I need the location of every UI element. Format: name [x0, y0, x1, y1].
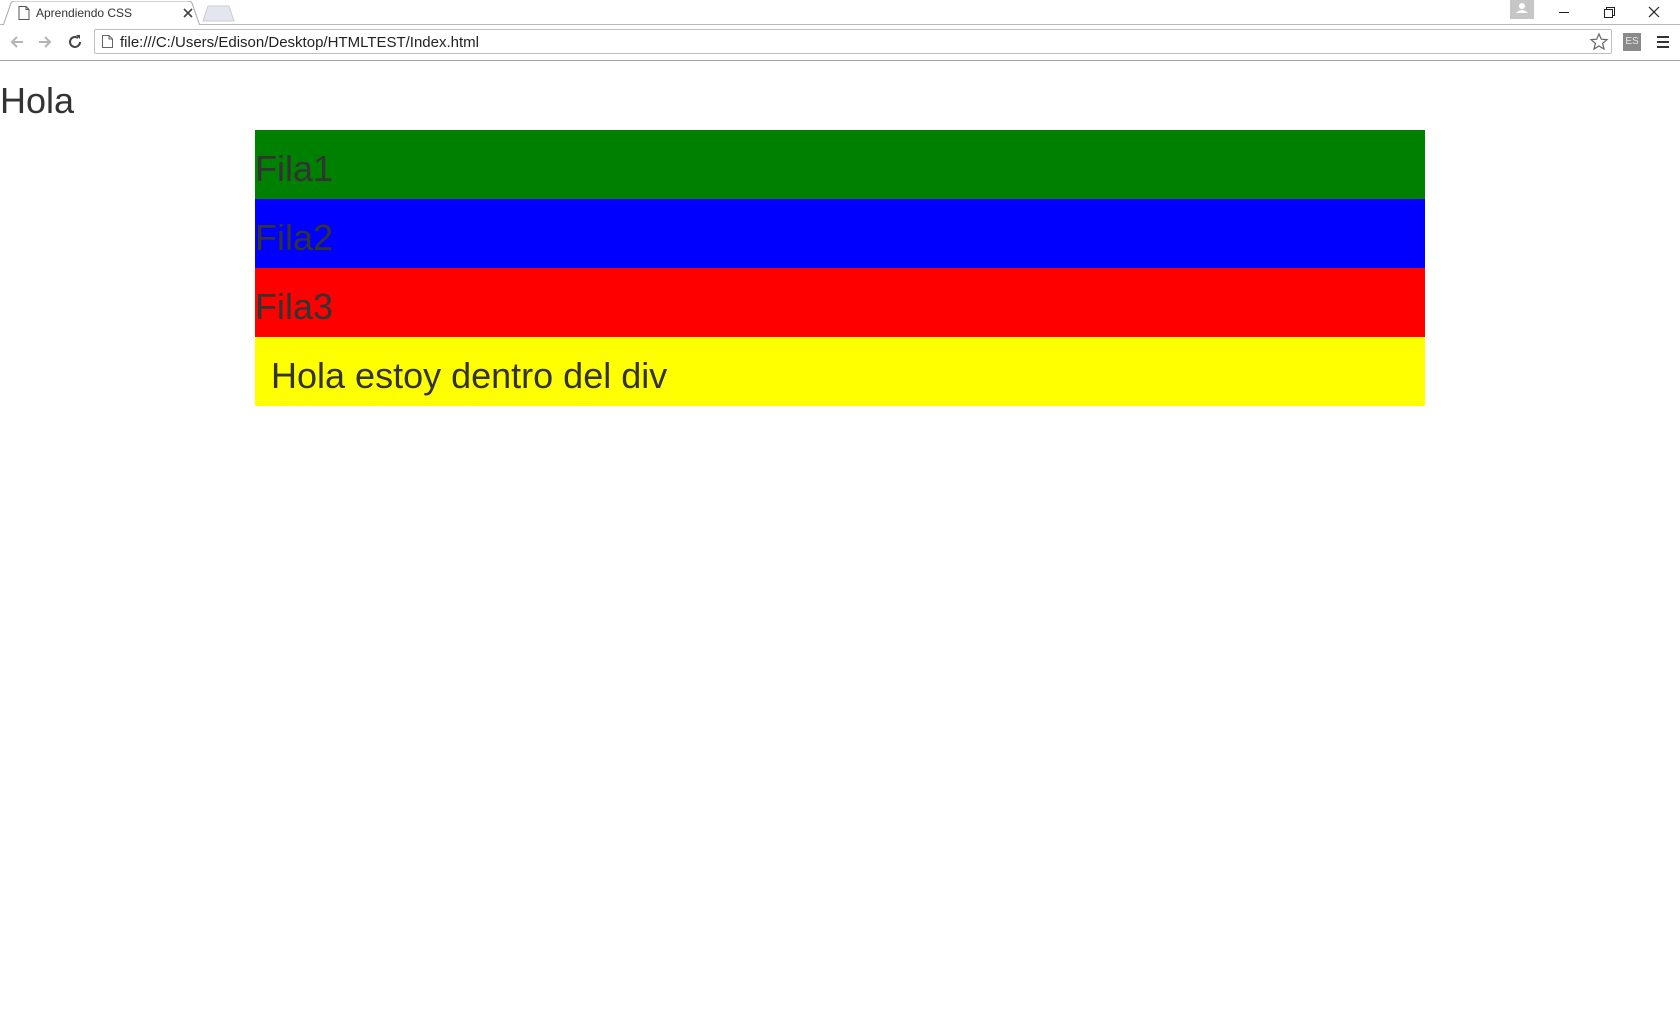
row-fila3: Fila3	[255, 268, 1425, 337]
menu-icon[interactable]	[1655, 34, 1671, 50]
page-icon	[18, 6, 30, 20]
close-window-button[interactable]	[1632, 0, 1676, 25]
title-bar: Aprendiendo CSS	[0, 0, 1680, 26]
reload-icon[interactable]	[65, 32, 85, 52]
minimize-button[interactable]	[1542, 0, 1586, 25]
row-inner-div: Hola estoy dentro del div	[255, 337, 1425, 406]
browser-tab[interactable]: Aprendiendo CSS	[3, 1, 200, 26]
back-arrow-icon[interactable]	[7, 32, 27, 52]
close-tab-icon[interactable]	[181, 6, 195, 20]
page-content: Hola Fila1 Fila2 Fila3 Hola estoy dentro…	[0, 62, 1680, 1010]
rows-container: Fila1 Fila2 Fila3 Hola estoy dentro del …	[255, 130, 1425, 406]
row-fila2: Fila2	[255, 199, 1425, 268]
row-fila1: Fila1	[255, 130, 1425, 199]
tab-title: Aprendiendo CSS	[36, 6, 133, 20]
bookmark-star-icon[interactable]	[1589, 32, 1609, 52]
page-heading: Hola	[0, 80, 75, 121]
restore-button[interactable]	[1587, 0, 1631, 25]
browser-toolbar: file:///C:/Users/Edison/Desktop/HTMLTEST…	[0, 25, 1680, 61]
person-icon	[1516, 3, 1528, 13]
forward-arrow-icon[interactable]	[35, 32, 55, 52]
page-icon	[102, 35, 113, 48]
address-url[interactable]: file:///C:/Users/Edison/Desktop/HTMLTEST…	[120, 34, 479, 51]
extension-button[interactable]: ES	[1623, 33, 1641, 51]
profile-button[interactable]	[1510, 0, 1534, 19]
new-tab-button[interactable]	[202, 5, 236, 22]
address-bar[interactable]: file:///C:/Users/Edison/Desktop/HTMLTEST…	[94, 29, 1612, 54]
